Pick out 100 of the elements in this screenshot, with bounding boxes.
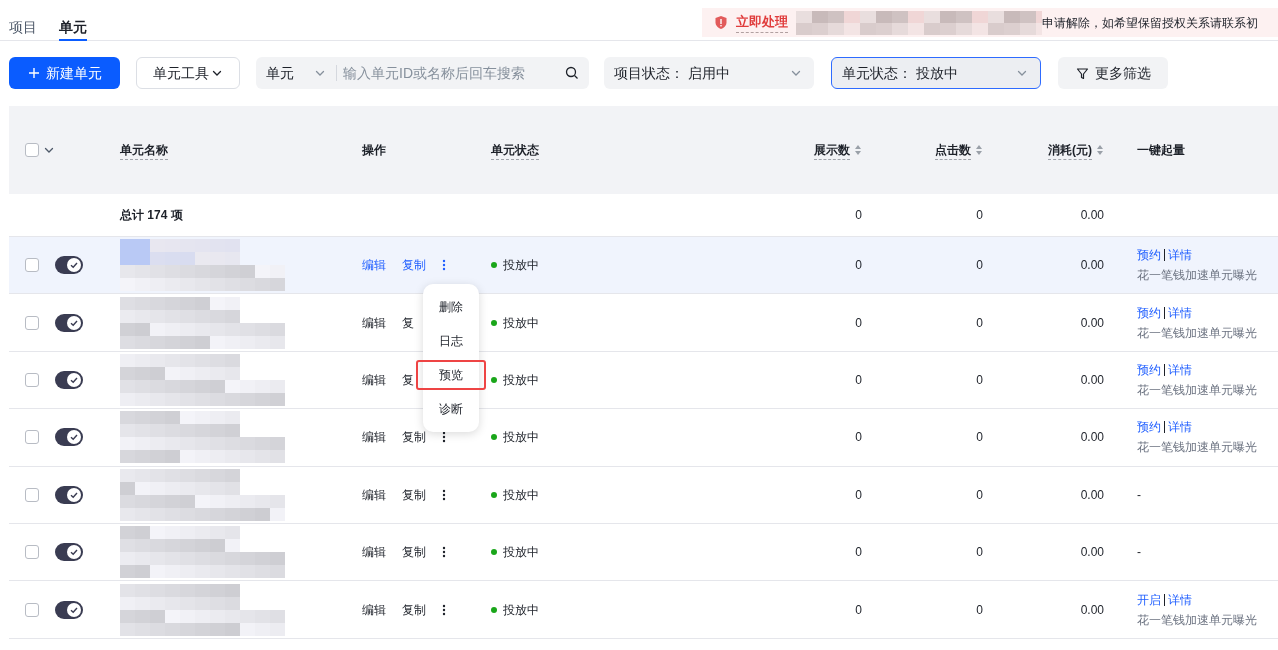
row-checkbox[interactable]	[25, 602, 39, 617]
boost-link[interactable]: 详情	[1168, 246, 1192, 265]
boost-link[interactable]: 预约	[1137, 418, 1161, 437]
action-link[interactable]: 复	[402, 313, 414, 332]
action-link[interactable]: 编辑	[362, 370, 386, 389]
impressions-cell-text: 0	[855, 601, 863, 619]
filter-select[interactable]: 单元状态： 投放中	[831, 57, 1041, 89]
column-header: 一键起量	[1137, 142, 1185, 159]
plus-icon	[27, 67, 40, 79]
status-text: 投放中	[503, 429, 539, 447]
column-header: 单元状态	[491, 140, 539, 160]
action-link[interactable]: 复制	[402, 600, 426, 619]
status-text: 投放中	[503, 544, 539, 562]
impressions-cell-text: 0	[855, 371, 863, 389]
row-checkbox[interactable]	[25, 258, 39, 273]
filter-label: 项目状态：	[614, 63, 684, 83]
impressions-cell-text: 0	[855, 314, 863, 332]
boost-link[interactable]: 开启	[1137, 590, 1161, 609]
empty-value: -	[1137, 545, 1141, 560]
boost-note: 花一笔钱加速单元曝光	[1137, 267, 1258, 285]
table-row[interactable]: 编辑 复制 投放中 0 0 0.00 -	[9, 523, 1278, 582]
clicks-cell-text: 0	[976, 371, 984, 389]
cost-cell-text: 0.00	[1080, 371, 1105, 389]
boost-note: 花一笔钱加速单元曝光	[1137, 381, 1258, 399]
boost-link[interactable]: 预约	[1137, 303, 1161, 322]
more-icon[interactable]	[442, 488, 446, 501]
more-icon[interactable]	[442, 546, 446, 559]
row-checkbox[interactable]	[25, 372, 39, 387]
shield-icon	[714, 15, 728, 30]
sort-icon[interactable]	[854, 144, 862, 156]
column-header: 消耗(元)	[1048, 140, 1092, 160]
column-header: 点击数	[935, 140, 971, 160]
select-all-checkbox[interactable]	[25, 143, 39, 157]
table-row[interactable]: 编辑 复制 投放中 0 0 0.00 开启 详情 花一笔钱加速单元曝光	[9, 581, 1278, 639]
toggle-switch[interactable]	[55, 370, 83, 389]
boost-note: 花一笔钱加速单元曝光	[1137, 611, 1258, 629]
boost-link[interactable]: 预约	[1137, 360, 1161, 379]
toggle-switch[interactable]	[55, 428, 83, 447]
table-row[interactable]: 编辑 复制 投放中 0 0 0.00 -	[9, 466, 1278, 524]
menu-item[interactable]: 删除	[423, 292, 479, 322]
status-text: 投放中	[503, 371, 539, 389]
check-icon	[69, 547, 79, 558]
cost-cell-text: 0.00	[1080, 257, 1105, 275]
search-field[interactable]: 单元 输入单元ID或名称后回车搜索	[256, 57, 589, 89]
toggle-switch[interactable]	[55, 543, 83, 562]
cost-cell-text: 0.00	[1080, 544, 1105, 562]
row-checkbox[interactable]	[25, 545, 39, 560]
tab[interactable]: 单元	[59, 15, 87, 41]
sort-icon[interactable]	[1096, 144, 1104, 156]
toggle-switch[interactable]	[55, 256, 83, 275]
boost-link[interactable]: 详情	[1168, 590, 1192, 609]
boost-link[interactable]: 详情	[1168, 418, 1192, 437]
action-link[interactable]: 复制	[402, 428, 426, 447]
handle-now-link[interactable]: 立即处理	[736, 12, 788, 33]
unit-tools-dropdown[interactable]: 单元工具	[136, 57, 240, 89]
action-link[interactable]: 编辑	[362, 543, 386, 562]
impressions-cell-text: 0	[855, 486, 863, 504]
tab[interactable]: 项目	[9, 15, 37, 41]
scope-select[interactable]: 单元	[266, 62, 330, 84]
boost-link[interactable]: 详情	[1168, 303, 1192, 322]
filter-value: 投放中	[916, 63, 958, 83]
more-icon[interactable]	[442, 431, 446, 444]
toggle-switch[interactable]	[55, 313, 83, 332]
action-link[interactable]: 复	[402, 370, 414, 389]
impressions-cell-text: 0	[855, 429, 863, 447]
clicks-cell-text: 0	[976, 429, 984, 447]
row-checkbox[interactable]	[25, 430, 39, 445]
action-link[interactable]: 编辑	[362, 256, 386, 275]
create-unit-button[interactable]: 新建单元	[9, 57, 120, 89]
action-link[interactable]: 编辑	[362, 313, 386, 332]
column-header: 展示数	[814, 140, 850, 160]
total-cost: 0.00	[1080, 207, 1105, 224]
check-icon	[69, 260, 79, 271]
clicks-cell-text: 0	[976, 601, 984, 619]
row-checkbox[interactable]	[25, 487, 39, 502]
row-checkbox[interactable]	[25, 315, 39, 330]
cost-cell-text: 0.00	[1080, 314, 1105, 332]
clicks-cell-text: 0	[976, 544, 984, 562]
toggle-switch[interactable]	[55, 485, 83, 504]
action-link[interactable]: 编辑	[362, 600, 386, 619]
total-clicks: 0	[976, 207, 984, 224]
action-link[interactable]: 复制	[402, 256, 426, 275]
total-impressions: 0	[855, 207, 863, 224]
menu-item[interactable]: 预览	[416, 360, 486, 390]
action-link[interactable]: 复制	[402, 485, 426, 504]
empty-value: -	[1137, 487, 1141, 502]
more-filters-button[interactable]: 更多筛选	[1058, 57, 1168, 89]
filter-select[interactable]: 项目状态： 启用中	[604, 57, 814, 89]
boost-link[interactable]: 详情	[1168, 360, 1192, 379]
action-link[interactable]: 编辑	[362, 428, 386, 447]
clicks-cell-text: 0	[976, 257, 984, 275]
toggle-switch[interactable]	[55, 600, 83, 619]
table-row[interactable]: 编辑 复制 投放中 0 0 0.00 预约 详情 花一笔钱加速单元曝光	[9, 237, 1278, 295]
sort-icon[interactable]	[975, 144, 983, 156]
boost-link[interactable]: 预约	[1137, 246, 1161, 265]
cost-cell-text: 0.00	[1080, 429, 1105, 447]
clicks-cell-text: 0	[976, 486, 984, 504]
action-link[interactable]: 复制	[402, 543, 426, 562]
more-icon[interactable]	[442, 603, 446, 616]
action-link[interactable]: 编辑	[362, 485, 386, 504]
